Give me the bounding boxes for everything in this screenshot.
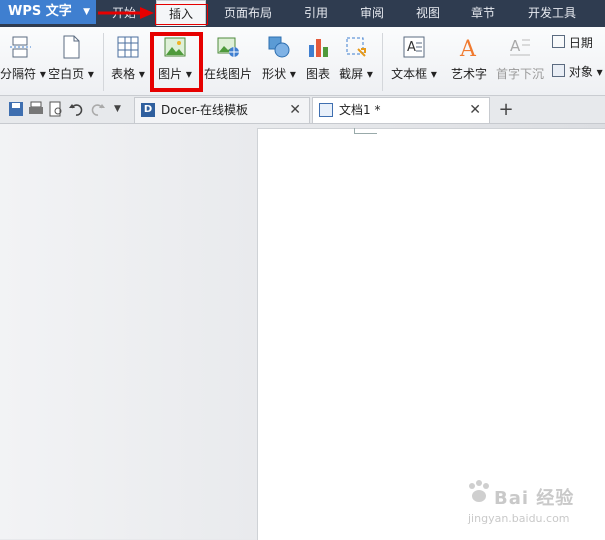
- shape-button[interactable]: 形状 ▾: [258, 27, 300, 95]
- screenshot-icon: [346, 37, 366, 57]
- blank-page-button[interactable]: 空白页 ▾: [44, 27, 98, 95]
- app-menu-button[interactable]: WPS 文字 ▼: [0, 0, 96, 24]
- ribbon-separator: [103, 33, 104, 91]
- textbox-icon: A: [403, 36, 425, 58]
- tab-developer[interactable]: 开发工具: [520, 0, 584, 27]
- wordart-button[interactable]: A 艺术字: [446, 27, 492, 95]
- table-button[interactable]: 表格 ▾: [108, 27, 148, 95]
- watermark-url: jingyan.baidu.com: [468, 512, 570, 525]
- page-break-button[interactable]: 分隔符 ▾: [0, 27, 46, 95]
- redo-icon[interactable]: [90, 101, 106, 117]
- chevron-down-icon: ▼: [83, 7, 90, 17]
- tab-document-1[interactable]: 文档1 * ✕: [312, 97, 490, 123]
- blank-page-icon: [63, 35, 80, 59]
- page-break-icon: [10, 36, 31, 58]
- shape-icon: [268, 36, 290, 58]
- annotation-highlight-picture-button: [150, 32, 203, 92]
- online-picture-label: 在线图片: [203, 67, 252, 81]
- menu-bar: WPS 文字 ▼ 开始 插入 页面布局 引用 审阅 视图 章节 开发工具: [0, 0, 605, 27]
- annotation-highlight-insert-tab: [155, 4, 208, 25]
- print-icon[interactable]: [28, 101, 44, 117]
- chart-label: 图表: [305, 67, 330, 81]
- shape-label: 形状 ▾: [262, 67, 296, 81]
- new-tab-plus-icon[interactable]: +: [496, 99, 516, 121]
- tab-title: Docer-在线模板: [161, 103, 249, 117]
- chart-button[interactable]: 图表: [300, 27, 336, 95]
- online-picture-icon: [217, 37, 239, 57]
- tab-sections[interactable]: 章节: [465, 0, 501, 27]
- dropcap-icon: A: [510, 37, 530, 56]
- close-icon[interactable]: ✕: [469, 98, 481, 123]
- chart-icon: [309, 39, 328, 57]
- save-icon[interactable]: [8, 101, 24, 117]
- wordart-label: 艺术字: [450, 67, 487, 81]
- print-preview-icon[interactable]: [48, 101, 64, 117]
- page-margin-marker: [354, 128, 377, 134]
- textbox-label: 文本框 ▾: [391, 67, 437, 81]
- tab-references[interactable]: 引用: [298, 0, 334, 27]
- svg-text:A: A: [459, 37, 477, 59]
- dropcap-button[interactable]: A 首字下沉: [494, 27, 546, 95]
- tab-docer-templates[interactable]: D Docer-在线模板 ✕: [134, 97, 310, 123]
- baidu-jingyan-watermark: Bai 经验 jingyan.baidu.com: [466, 474, 605, 525]
- tab-title: 文档1 *: [339, 103, 381, 117]
- table-icon: [117, 36, 139, 58]
- undo-icon[interactable]: [68, 101, 84, 117]
- customize-chevron-down-icon[interactable]: ▼: [114, 101, 130, 117]
- svg-text:A: A: [510, 37, 521, 55]
- object-button[interactable]: 对象 ▾: [552, 62, 603, 82]
- watermark-brand: Bai 经验: [494, 488, 575, 509]
- date-button[interactable]: 日期: [552, 33, 593, 53]
- ribbon-separator: [382, 33, 383, 91]
- tab-review[interactable]: 审阅: [354, 0, 390, 27]
- textbox-button[interactable]: A 文本框 ▾: [388, 27, 440, 95]
- docer-logo-icon: D: [141, 103, 155, 117]
- ribbon-insert: 分隔符 ▾ 空白页 ▾ 表格 ▾ 图片 ▾ 在线图片 形状 ▾ 图表 截屏 ▾ …: [0, 27, 605, 96]
- word-doc-icon: [319, 103, 333, 117]
- annotation-arrow-icon: [98, 7, 154, 19]
- paw-logo-icon: [469, 480, 489, 502]
- app-name: WPS 文字: [8, 4, 72, 19]
- calendar-icon: [552, 35, 565, 48]
- blank-page-label: 空白页 ▾: [48, 67, 94, 81]
- table-label: 表格 ▾: [111, 67, 145, 81]
- wordart-icon: A: [459, 37, 477, 59]
- page-break-label: 分隔符 ▾: [0, 67, 46, 81]
- screenshot-label: 截屏 ▾: [339, 67, 373, 81]
- screenshot-button[interactable]: 截屏 ▾: [336, 27, 376, 95]
- svg-text:A: A: [407, 40, 416, 55]
- dropcap-label: 首字下沉: [495, 67, 544, 81]
- tab-view[interactable]: 视图: [410, 0, 446, 27]
- tab-page-layout[interactable]: 页面布局: [218, 0, 278, 27]
- object-icon: [552, 64, 565, 77]
- close-icon[interactable]: ✕: [289, 98, 301, 123]
- online-picture-button[interactable]: 在线图片: [202, 27, 254, 95]
